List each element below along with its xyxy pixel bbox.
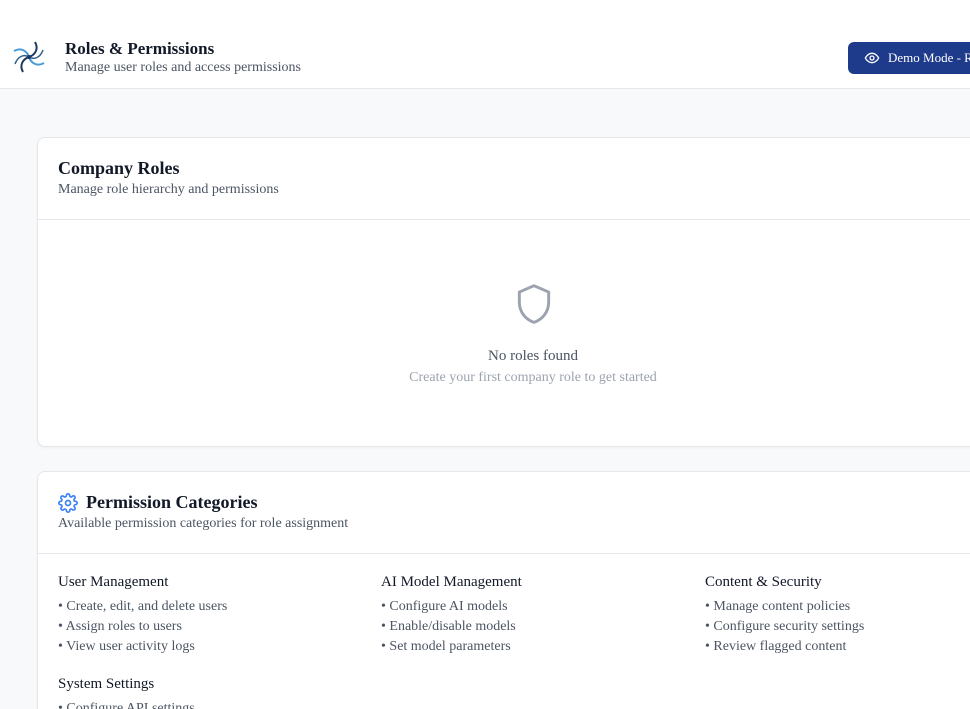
company-roles-description: Manage role hierarchy and permissions (58, 182, 279, 197)
company-roles-title: Company Roles (58, 158, 180, 178)
category-item: • Set model parameters (381, 639, 511, 654)
category-item: • Create, edit, and delete users (58, 599, 228, 614)
shield-icon (517, 284, 551, 324)
demo-mode-button[interactable]: Demo Mode - R (848, 42, 970, 74)
permission-categories-card: Permission Categories Available permissi… (37, 471, 970, 709)
category-content-security: Content & Security • Manage content poli… (705, 574, 864, 657)
permission-categories-header: Permission Categories Available permissi… (38, 472, 970, 554)
category-item: • View user activity logs (58, 639, 195, 654)
category-title: User Management (58, 574, 169, 590)
company-roles-card: Company Roles Manage role hierarchy and … (37, 137, 970, 447)
gear-icon (58, 492, 78, 513)
category-item: • Configure AI models (381, 599, 508, 614)
category-item: • Enable/disable models (381, 619, 516, 634)
category-ai-model-management: AI Model Management • Configure AI model… (381, 574, 522, 657)
permission-categories-title: Permission Categories (86, 492, 258, 512)
company-roles-header: Company Roles Manage role hierarchy and … (38, 138, 970, 220)
demo-mode-label: Demo Mode - R (888, 50, 970, 65)
page-subtitle: Manage user roles and access permissions (65, 60, 301, 75)
eye-icon (864, 52, 880, 64)
permission-categories-description: Available permission categories for role… (58, 516, 349, 531)
category-item: • Configure security settings (705, 619, 865, 634)
category-item: • Manage content policies (705, 599, 851, 614)
empty-state: No roles found Create your first company… (38, 220, 970, 448)
category-system-settings: System Settings • Configure API settings (58, 676, 195, 709)
category-item: • Configure API settings (58, 701, 195, 709)
category-item: • Assign roles to users (58, 619, 182, 634)
category-title: Content & Security (705, 574, 822, 590)
permission-categories-heading: Permission Categories (58, 492, 257, 513)
empty-state-title: No roles found (488, 348, 578, 364)
category-title: AI Model Management (381, 574, 522, 590)
page-title: Roles & Permissions (65, 39, 215, 58)
app-header: Roles & Permissions Manage user roles an… (0, 0, 970, 89)
category-user-management: User Management • Create, edit, and dele… (58, 574, 227, 657)
category-item: • Review flagged content (705, 639, 847, 654)
category-title: System Settings (58, 676, 155, 692)
empty-state-subtitle: Create your first company role to get st… (409, 370, 657, 385)
spiral-logo-icon[interactable] (12, 40, 46, 74)
